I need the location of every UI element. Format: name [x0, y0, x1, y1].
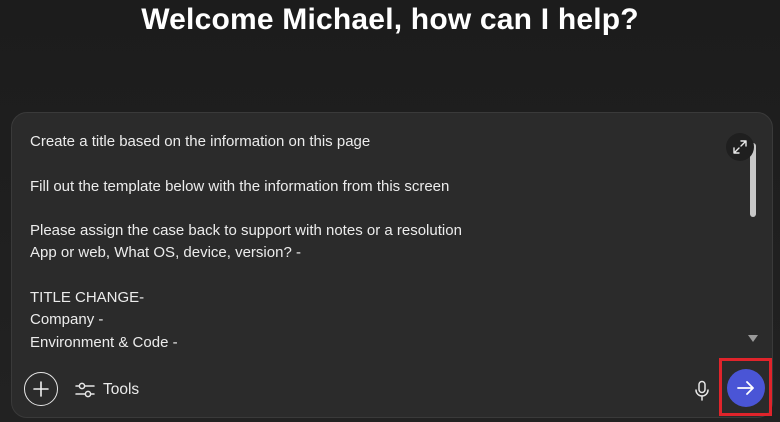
prompt-line: Environment & Code -	[30, 333, 178, 351]
expand-button[interactable]	[726, 133, 754, 161]
prompt-input[interactable]: Create a title based on the information …	[30, 131, 730, 353]
prompt-line: Fill out the template below with the inf…	[30, 177, 450, 195]
prompt-line: Please assign the case back to support w…	[30, 222, 462, 240]
send-button[interactable]	[727, 369, 765, 407]
prompt-line: Create a title based on the information …	[30, 133, 371, 150]
prompt-line	[30, 265, 730, 287]
prompt-line	[30, 153, 730, 175]
tools-label: Tools	[103, 381, 140, 398]
page: Welcome Michael, how can I help? Create …	[0, 0, 780, 422]
chat-composer: Create a title based on the information …	[11, 112, 773, 418]
tools-button[interactable]: Tools	[75, 379, 139, 401]
plus-icon	[33, 381, 49, 397]
sliders-icon	[75, 382, 95, 398]
prompt-line	[30, 198, 730, 220]
prompt-line: TITLE CHANGE-	[30, 289, 145, 307]
arrow-right-icon	[737, 381, 754, 395]
welcome-heading: Welcome Michael, how can I help?	[141, 3, 639, 36]
scroll-down-arrow-icon[interactable]	[748, 335, 758, 342]
prompt-line: Company -	[30, 311, 104, 329]
prompt-line: App or web, What OS, device, version? -	[30, 244, 301, 262]
expand-icon	[733, 140, 747, 154]
microphone-button[interactable]	[691, 379, 713, 403]
microphone-icon	[695, 380, 709, 401]
add-button[interactable]	[24, 372, 58, 406]
